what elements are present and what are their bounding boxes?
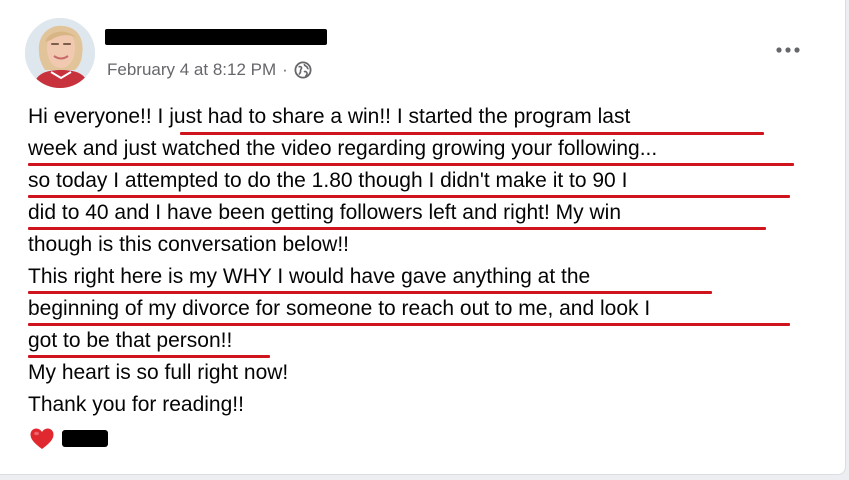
signature-redaction-bar: [62, 430, 108, 447]
facebook-post-card: February 4 at 8:12 PM · Hi everyone!! I …: [0, 0, 846, 475]
post-line: This right here is my WHY I would have g…: [28, 261, 828, 294]
post-line: though is this conversation below!!: [28, 229, 828, 261]
avatar[interactable]: [25, 18, 95, 88]
post-line: Hi everyone!! I just had to share a win!…: [28, 101, 828, 135]
more-horizontal-icon: [776, 47, 800, 53]
post-line-text: got to be that person!!: [28, 329, 233, 352]
author-name-redacted[interactable]: [105, 27, 327, 47]
post-line: got to be that person!!: [28, 325, 828, 358]
post-line-text: so today I attempted to do the 1.80 thou…: [28, 169, 628, 192]
post-line-text: Thank you for reading!!: [28, 393, 244, 416]
more-options-button[interactable]: [768, 34, 808, 66]
meta-separator: ·: [282, 60, 288, 79]
post-line: beginning of my divorce for someone to r…: [28, 293, 828, 326]
post-line-text: did to 40 and I have been getting follow…: [28, 201, 622, 224]
post-body: Hi everyone!! I just had to share a win!…: [28, 101, 828, 455]
post-line-text: week and just watched the video regardin…: [28, 137, 658, 160]
post-line: Thank you for reading!!: [28, 389, 828, 421]
post-line: week and just watched the video regardin…: [28, 133, 828, 166]
post-line-text: beginning of my divorce for someone to r…: [28, 297, 651, 320]
post-timestamp[interactable]: February 4 at 8:12 PM: [107, 60, 276, 80]
red-heart-icon: [30, 428, 54, 449]
post-line-text: My heart is so full right now!: [28, 361, 289, 384]
post-meta: February 4 at 8:12 PM ·: [107, 58, 312, 82]
post-line: so today I attempted to do the 1.80 thou…: [28, 165, 828, 198]
signature-row: [28, 423, 828, 455]
post-line: did to 40 and I have been getting follow…: [28, 197, 828, 230]
post-line: My heart is so full right now!: [28, 357, 828, 389]
post-line-text: though is this conversation below!!: [28, 233, 350, 256]
post-line-text: This right here is my WHY I would have g…: [28, 265, 591, 288]
redaction-bar: [105, 29, 327, 45]
post-line-text: Hi everyone!! I just had to share a win!…: [28, 105, 631, 128]
screenshot-frame: February 4 at 8:12 PM · Hi everyone!! I …: [0, 0, 849, 480]
globe-icon[interactable]: [294, 61, 312, 79]
avatar-photo: [25, 18, 95, 88]
